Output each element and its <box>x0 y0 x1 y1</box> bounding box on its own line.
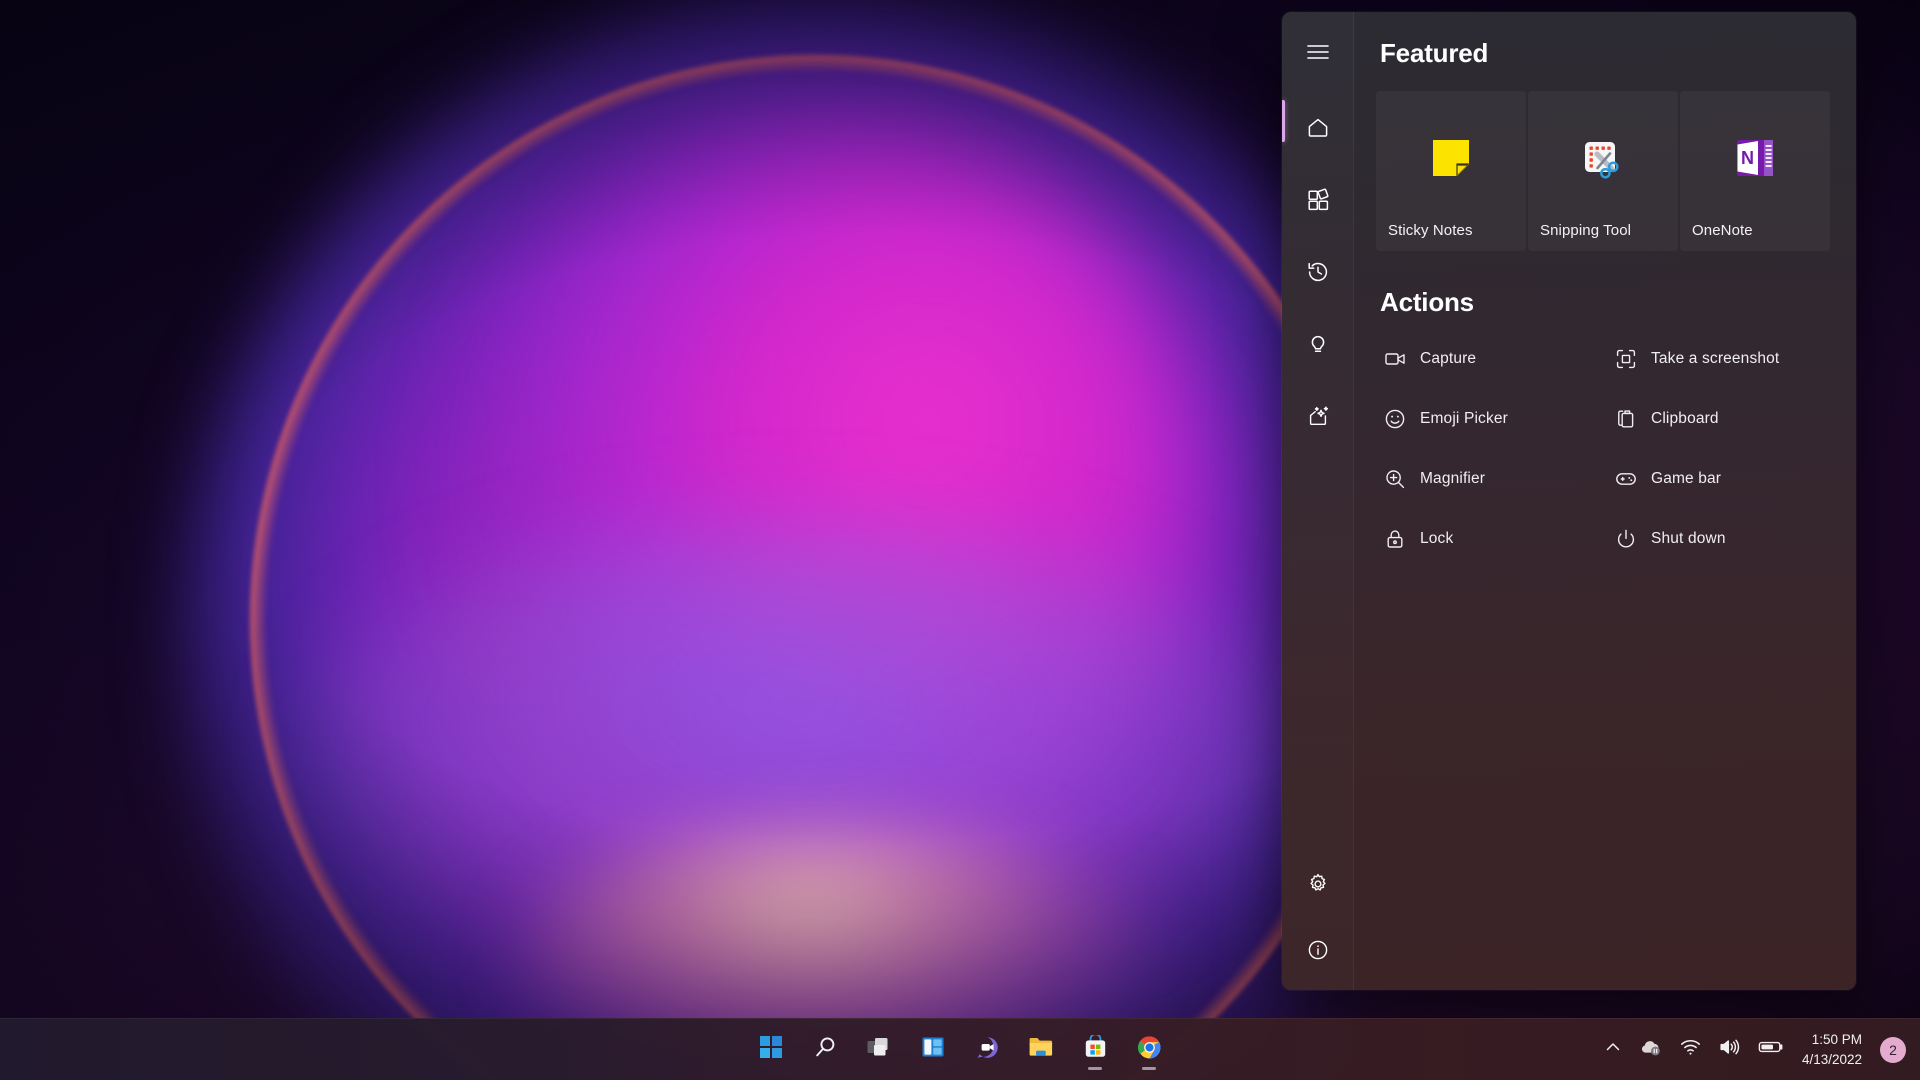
sidebar-item-create[interactable] <box>1296 394 1340 438</box>
featured-tile-onenote[interactable]: N OneNote <box>1680 91 1830 251</box>
task-view-icon <box>866 1035 892 1064</box>
action-capture[interactable]: Capture <box>1376 342 1599 376</box>
hamburger-menu-icon <box>1306 44 1329 60</box>
action-take-a-screenshot[interactable]: Take a screenshot <box>1607 342 1830 376</box>
rail-bottom-group <box>1296 862 1340 990</box>
action-label: Shut down <box>1651 530 1726 547</box>
chevron-up-icon <box>1604 1038 1622 1061</box>
clock-time: 1:50 PM <box>1811 1031 1862 1047</box>
power-icon <box>1615 528 1637 550</box>
action-label: Lock <box>1420 530 1454 547</box>
volume-button[interactable] <box>1711 1028 1748 1072</box>
actions-section-title: Actions <box>1380 287 1474 317</box>
show-hidden-icons-button[interactable] <box>1596 1028 1630 1072</box>
gear-icon <box>1306 872 1330 896</box>
home-icon <box>1306 116 1330 140</box>
video-camera-icon <box>1384 348 1406 370</box>
battery-button[interactable] <box>1750 1028 1792 1072</box>
wifi-icon <box>1680 1038 1701 1061</box>
actions-grid: Capture Take a screenshot Emoji Picker C… <box>1376 342 1830 556</box>
action-label: Emoji Picker <box>1420 410 1508 427</box>
clock-and-date[interactable]: 1:50 PM 4/13/2022 <box>1794 1028 1872 1072</box>
clock-date: 4/13/2022 <box>1801 1051 1862 1067</box>
gamepad-icon <box>1615 468 1637 490</box>
action-clipboard[interactable]: Clipboard <box>1607 402 1830 436</box>
snipping-tool-icon <box>1528 137 1678 183</box>
action-label: Magnifier <box>1420 470 1486 487</box>
search-icon <box>813 1035 838 1065</box>
battery-icon <box>1758 1039 1784 1060</box>
svg-text:N: N <box>1741 148 1754 168</box>
microsoft-store-button[interactable] <box>1073 1028 1117 1072</box>
volume-icon <box>1719 1038 1740 1061</box>
chrome-button[interactable] <box>1127 1028 1171 1072</box>
action-label: Game bar <box>1651 470 1722 487</box>
action-label: Capture <box>1420 350 1477 367</box>
windows-logo-icon <box>759 1035 783 1064</box>
onenote-icon: N <box>1680 137 1830 179</box>
sidebar-item-widgets[interactable] <box>1296 178 1340 222</box>
featured-tile-label: Snipping Tool <box>1540 222 1632 239</box>
featured-tile-label: Sticky Notes <box>1388 222 1473 239</box>
sidebar-item-history[interactable] <box>1296 250 1340 294</box>
file-explorer-icon <box>1028 1035 1054 1064</box>
sticky-notes-icon <box>1376 137 1526 179</box>
task-view-button[interactable] <box>857 1028 901 1072</box>
flyout-side-rail <box>1282 12 1354 990</box>
smiley-face-icon <box>1384 408 1406 430</box>
running-indicator <box>1088 1066 1102 1070</box>
action-emoji-picker[interactable]: Emoji Picker <box>1376 402 1599 436</box>
action-shut-down[interactable]: Shut down <box>1607 522 1830 556</box>
onedrive-button[interactable] <box>1632 1028 1670 1072</box>
system-tray: 1:50 PM 4/13/2022 2 <box>1596 1028 1910 1072</box>
widgets-icon <box>1306 188 1330 212</box>
search-button[interactable] <box>803 1028 847 1072</box>
hamburger-menu-button[interactable] <box>1296 30 1340 74</box>
clipboard-icon <box>1615 408 1637 430</box>
history-icon <box>1306 260 1330 284</box>
chrome-icon <box>1137 1035 1162 1065</box>
chat-video-icon <box>975 1035 1000 1065</box>
featured-tiles-grid: Sticky Notes Snipping Tool N OneNote <box>1376 91 1830 251</box>
notification-count-badge[interactable]: 2 <box>1880 1036 1906 1063</box>
microsoft-store-icon <box>1083 1032 1108 1065</box>
taskbar: 1:50 PM 4/13/2022 2 <box>0 1018 1920 1080</box>
widgets-panel-icon <box>921 1035 945 1064</box>
featured-tile-sticky-notes[interactable]: Sticky Notes <box>1376 91 1526 251</box>
file-explorer-button[interactable] <box>1019 1028 1063 1072</box>
onedrive-paused-icon <box>1640 1037 1662 1062</box>
taskbar-center-group <box>749 1028 1171 1072</box>
sidebar-item-about[interactable] <box>1296 928 1340 972</box>
action-lock[interactable]: Lock <box>1376 522 1599 556</box>
magnifier-icon <box>1384 468 1406 490</box>
active-item-accent-bar <box>1282 100 1285 142</box>
sidebar-item-settings[interactable] <box>1296 862 1340 906</box>
create-sparkle-icon <box>1306 404 1330 428</box>
action-game-bar[interactable]: Game bar <box>1607 462 1830 496</box>
widgets-button[interactable] <box>911 1028 955 1072</box>
sidebar-item-home[interactable] <box>1296 106 1340 150</box>
widgets-flyout-panel: Featured Sticky Notes Snipping Tool N On… <box>1282 12 1856 990</box>
featured-tile-label: OneNote <box>1692 222 1753 239</box>
start-button[interactable] <box>749 1028 793 1072</box>
info-icon <box>1306 938 1330 962</box>
lock-icon <box>1384 528 1406 550</box>
action-label: Take a screenshot <box>1651 350 1780 367</box>
action-magnifier[interactable]: Magnifier <box>1376 462 1599 496</box>
screenshot-crop-icon <box>1615 348 1637 370</box>
sidebar-item-tips[interactable] <box>1296 322 1340 366</box>
featured-tile-snipping-tool[interactable]: Snipping Tool <box>1528 91 1678 251</box>
tips-lightbulb-icon <box>1306 332 1330 356</box>
running-indicator <box>1142 1066 1156 1070</box>
featured-section-title: Featured <box>1380 38 1489 68</box>
network-button[interactable] <box>1672 1028 1709 1072</box>
action-label: Clipboard <box>1651 410 1719 427</box>
chat-button[interactable] <box>965 1028 1009 1072</box>
flyout-content: Featured Sticky Notes Snipping Tool N On… <box>1354 12 1856 990</box>
